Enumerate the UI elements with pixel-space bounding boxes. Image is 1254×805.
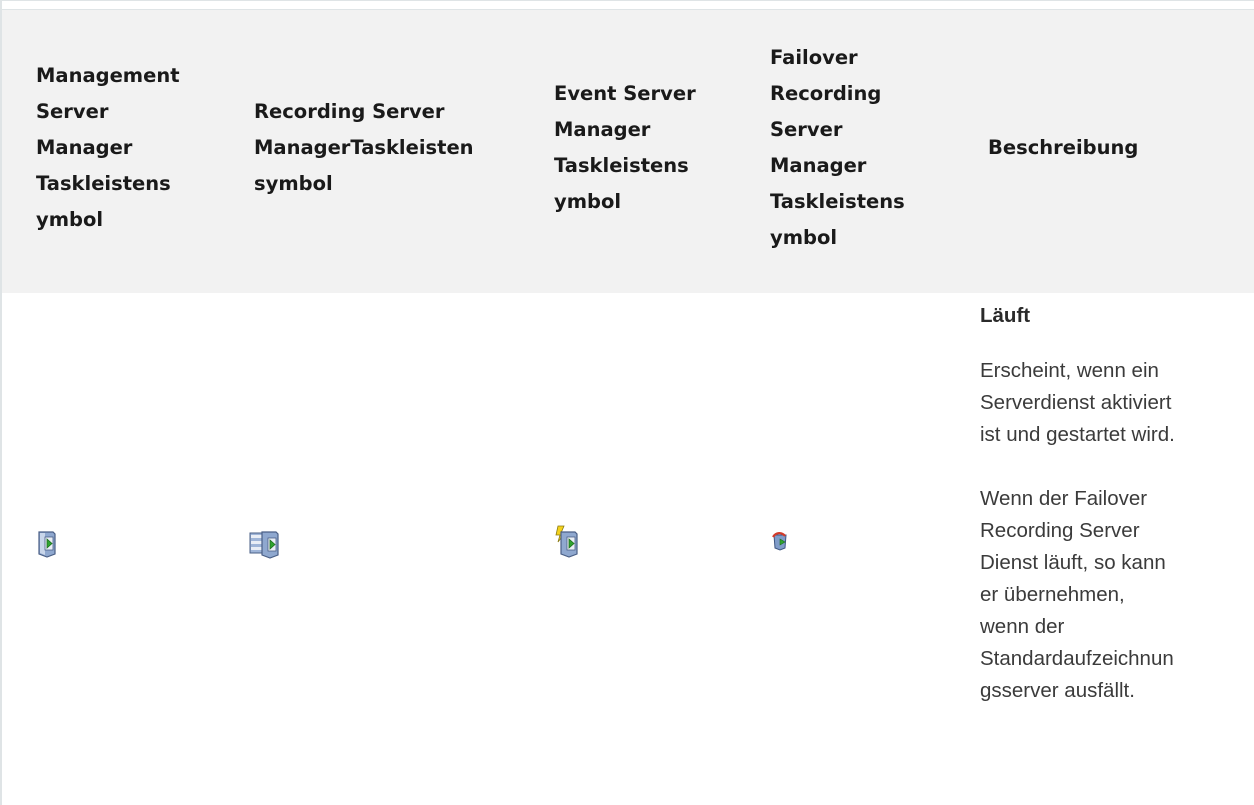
header-recording-server: Recording Server ManagerTaskleisten symb… [254,100,474,195]
description-paragraph-2: Wenn der Failover Recording Server Diens… [980,487,1174,702]
recording-server-running-icon [248,530,282,564]
description-paragraph-1: Erscheint, wenn ein Serverdienst aktivie… [980,359,1175,446]
header-event-server: Event Server Manager Taskleistens ymbol [554,82,696,213]
status-title: Läuft [980,304,1031,327]
header-failover-recording-server: Failover Recording Server Manager Taskle… [770,46,905,249]
failover-recording-server-running-icon [771,531,789,555]
event-server-running-icon [553,524,581,562]
management-server-running-icon [36,530,58,562]
header-description: Beschreibung [988,136,1139,159]
header-management-server: Management Server Manager Taskleistens y… [36,64,180,231]
